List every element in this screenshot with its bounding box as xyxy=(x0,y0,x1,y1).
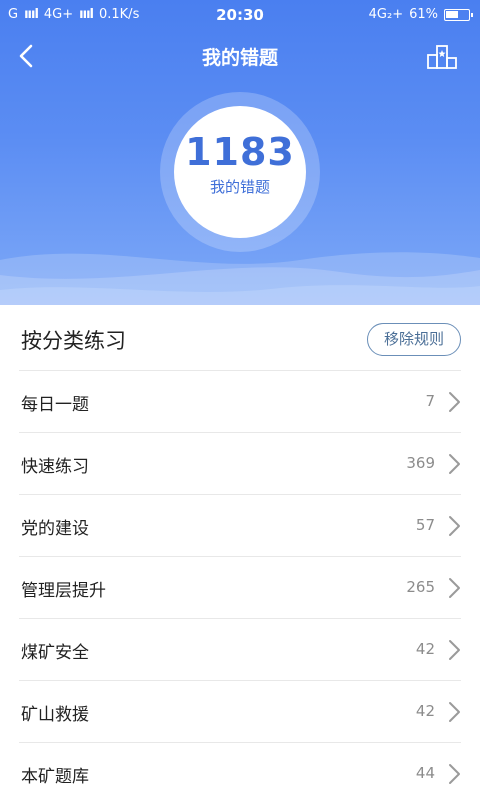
podium-icon xyxy=(427,45,457,69)
battery-icon xyxy=(444,8,473,21)
remove-rule-button[interactable]: 移除规则 xyxy=(366,323,461,356)
category-list: 每日一题 7 快速练习 369 党的建设 57 管理层提升 265 煤矿安全 42 矿山救援 42 本矿… xyxy=(19,371,461,800)
mistake-count-ring: 1183 我的错题 xyxy=(160,92,320,252)
mistake-count: 1183 xyxy=(185,130,295,174)
status-right: 4G₂+ 61% xyxy=(368,7,473,22)
category-label: 快速练习 xyxy=(21,457,89,477)
battery-fill xyxy=(446,10,459,18)
category-row[interactable]: 每日一题 7 xyxy=(19,371,461,433)
category-label: 党的建设 xyxy=(21,519,89,539)
chevron-right-icon xyxy=(449,640,460,660)
category-count: 57 xyxy=(415,516,435,534)
category-label: 煤矿安全 xyxy=(21,643,89,663)
chevron-right-icon xyxy=(449,392,460,412)
chevron-right-icon xyxy=(449,578,460,598)
status-bar: G ıııl 4G+ ıııl 0.1K/s 20:30 4G₂+ 61% xyxy=(0,0,480,32)
battery-percent: 61% xyxy=(409,7,438,22)
chevron-right-icon xyxy=(449,702,460,722)
category-row[interactable]: 党的建设 57 xyxy=(19,495,461,557)
category-count: 42 xyxy=(415,640,435,658)
nav-bar: 我的错题 xyxy=(0,32,480,80)
category-row[interactable]: 管理层提升 265 xyxy=(19,557,461,619)
category-label: 每日一题 xyxy=(21,395,89,415)
category-row[interactable]: 本矿题库 44 xyxy=(19,743,461,800)
header-waves xyxy=(0,252,480,305)
category-row[interactable]: 快速练习 369 xyxy=(19,433,461,495)
category-count: 44 xyxy=(415,764,435,782)
header: G ıııl 4G+ ıııl 0.1K/s 20:30 4G₂+ 61% 我的… xyxy=(0,0,480,305)
chevron-right-icon xyxy=(449,516,460,536)
category-label: 本矿题库 xyxy=(21,767,89,787)
category-count: 7 xyxy=(425,392,435,410)
category-count: 42 xyxy=(415,702,435,720)
chevron-right-icon xyxy=(449,454,460,474)
category-count: 369 xyxy=(406,454,435,472)
section-header: 按分类练习 移除规则 xyxy=(19,305,461,371)
category-label: 矿山救援 xyxy=(21,705,89,725)
ranking-button[interactable] xyxy=(424,40,460,72)
category-label: 管理层提升 xyxy=(21,581,106,601)
mistake-count-label: 我的错题 xyxy=(209,178,270,196)
chevron-right-icon xyxy=(449,764,460,784)
content: 按分类练习 移除规则 每日一题 7 快速练习 369 党的建设 57 管理层提升 265 煤矿安… xyxy=(0,305,480,800)
page-title: 我的错题 xyxy=(201,47,278,69)
category-row[interactable]: 矿山救援 42 xyxy=(19,681,461,743)
mistake-count-circle: 1183 我的错题 xyxy=(174,106,306,238)
section-title: 按分类练习 xyxy=(21,329,126,353)
category-count: 265 xyxy=(406,578,435,596)
network-right-label: 4G₂+ xyxy=(368,7,404,22)
category-row[interactable]: 煤矿安全 42 xyxy=(19,619,461,681)
